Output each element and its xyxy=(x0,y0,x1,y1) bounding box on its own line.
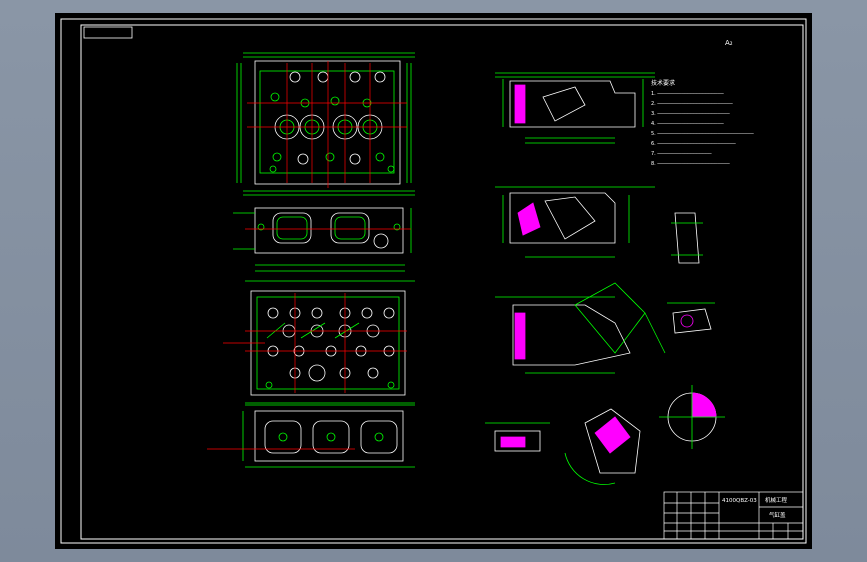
note-line: 3. ──────────────────────── xyxy=(651,111,731,117)
corner-tab xyxy=(83,26,133,39)
title-block-part-name: 气缸盖 xyxy=(769,511,786,519)
section-e xyxy=(564,408,641,485)
note-line: 2. ───────────────────────── xyxy=(651,101,734,107)
view-bottom-elevation xyxy=(242,404,415,468)
note-line: 4. ────────────────────── xyxy=(651,121,725,127)
outer-frame xyxy=(60,18,807,544)
view-bottom-plan xyxy=(245,280,415,404)
note-line: 6. ────────────────────────── xyxy=(651,141,737,147)
detail-1 xyxy=(671,212,703,264)
top-mark: A₂ xyxy=(725,39,733,47)
drawing-sheet: A₂ 技术要求 1. ────────────────────── 2. ───… xyxy=(55,13,812,549)
detail-2 xyxy=(667,302,715,334)
cad-drawing: A₂ 技术要求 1. ──────────────────────2. ────… xyxy=(60,18,807,544)
detail-3 xyxy=(659,385,725,449)
note-line: 1. ────────────────────── xyxy=(651,91,725,97)
notes-list: 1. ────────────────────── 2. ────────────… xyxy=(651,91,755,167)
note-line: 7. ────────────────── xyxy=(651,151,713,157)
section-d xyxy=(485,422,550,452)
part-code: 4100QBZ-03 xyxy=(722,498,757,504)
view-side-elevation xyxy=(233,207,412,272)
view-top-plan xyxy=(236,52,415,196)
section-c xyxy=(495,282,666,374)
title-block-school: 机械工程 xyxy=(765,496,788,504)
section-a xyxy=(495,72,655,144)
note-line: 8. ──────────────────────── xyxy=(651,161,731,167)
note-line: 5. ──────────────────────────────── xyxy=(651,131,755,137)
section-b xyxy=(495,186,655,258)
notes-header: 技术要求 xyxy=(651,79,675,87)
